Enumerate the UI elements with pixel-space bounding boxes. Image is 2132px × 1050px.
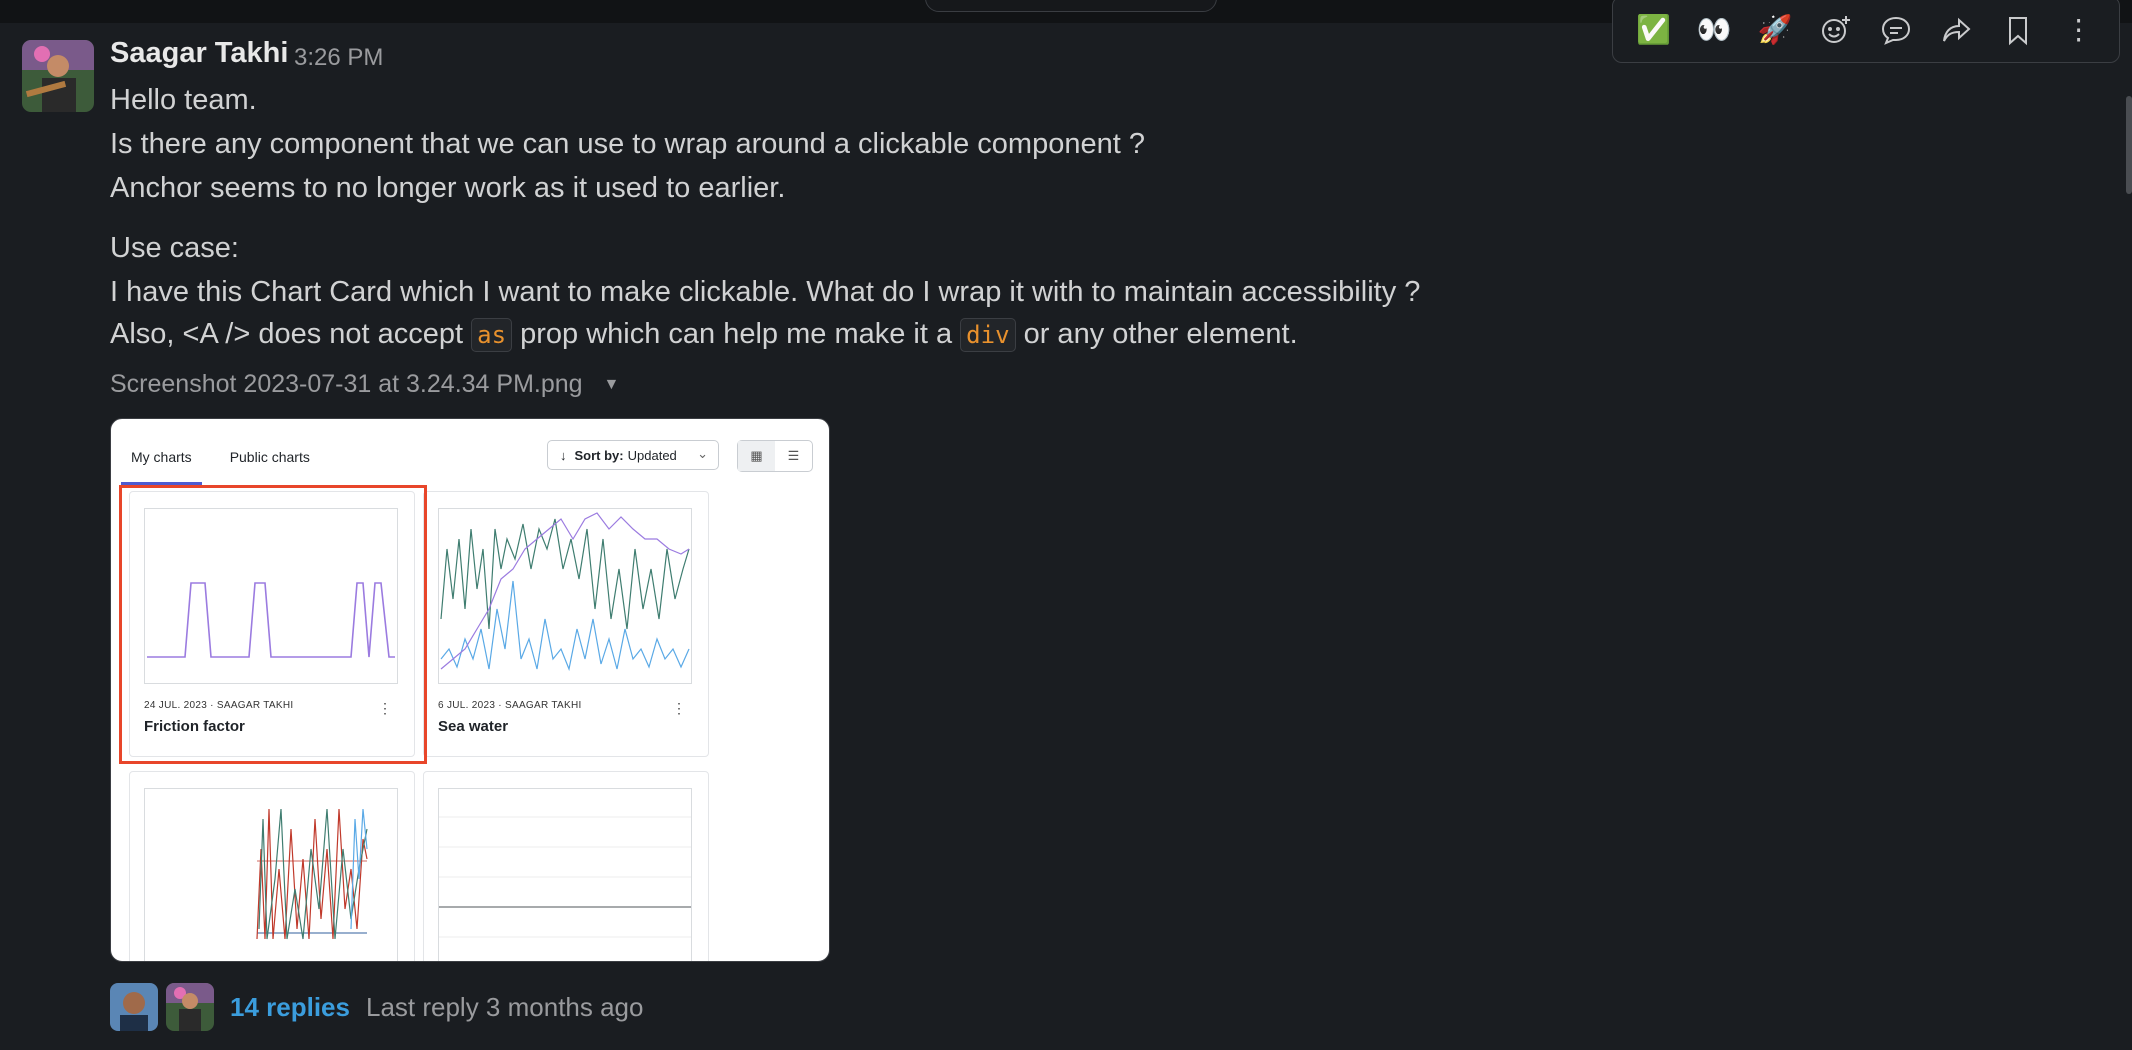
add-reaction-icon[interactable] bbox=[1814, 8, 1858, 52]
highlight-box bbox=[119, 485, 427, 764]
avatar[interactable] bbox=[166, 983, 214, 1031]
message-text: prop which can help me make it a bbox=[520, 318, 953, 350]
more-actions-icon[interactable]: ⋮ bbox=[2057, 8, 2101, 52]
message-line: I have this Chart Card which I want to m… bbox=[110, 276, 1421, 308]
search-pill[interactable] bbox=[925, 0, 1217, 12]
sort-label: Sort by: bbox=[574, 447, 624, 463]
bookmark-icon[interactable] bbox=[1996, 8, 2040, 52]
card-title: Sea water bbox=[438, 718, 509, 735]
sort-button: ↓ Sort by: Updated ⌄ bbox=[547, 440, 719, 470]
rocket-reaction-icon[interactable]: 🚀 bbox=[1753, 8, 1797, 52]
chevron-down-icon: ⌄ bbox=[697, 446, 708, 461]
message-line: Also, <A /> does not accept as prop whic… bbox=[110, 318, 1298, 352]
message-text: Also, <A /> does not accept bbox=[110, 318, 464, 350]
card-meta: 6 JUL. 2023 · SAAGAR TAKHI bbox=[438, 700, 582, 711]
chart-thumbnail bbox=[144, 788, 398, 961]
message-text: or any other element. bbox=[1023, 318, 1298, 350]
eyes-reaction-icon[interactable]: 👀 bbox=[1692, 8, 1736, 52]
avatar[interactable] bbox=[110, 983, 158, 1031]
card-menu-icon: ⋮ bbox=[672, 700, 686, 716]
sort-value: Updated bbox=[627, 447, 677, 463]
chart-card: 6 JUL. 2023 · SAAGAR TAKHI Sea water ⋮ bbox=[423, 491, 709, 757]
attachment-filename[interactable]: Screenshot 2023-07-31 at 3.24.34 PM.png bbox=[110, 370, 583, 398]
inline-code: as bbox=[471, 318, 513, 352]
attachment-image[interactable]: My charts Public charts ↓ Sort by: Updat… bbox=[110, 418, 830, 962]
last-reply-text: Last reply 3 months ago bbox=[365, 991, 644, 1022]
reply-in-thread-icon[interactable] bbox=[1874, 8, 1918, 52]
tab-my-charts: My charts bbox=[121, 449, 202, 485]
attachment-header[interactable]: Screenshot 2023-07-31 at 3.24.34 PM.png … bbox=[110, 370, 619, 399]
message-timestamp[interactable]: 3:26 PM bbox=[294, 44, 383, 72]
inline-code: div bbox=[960, 318, 1016, 352]
caret-down-icon[interactable]: ▼ bbox=[604, 376, 620, 394]
check-reaction-icon[interactable]: ✅ bbox=[1631, 8, 1675, 52]
scrollbar-thumb[interactable] bbox=[2126, 96, 2132, 194]
forward-icon[interactable] bbox=[1935, 8, 1979, 52]
chart-thumbnail bbox=[438, 788, 692, 961]
reply-count-link[interactable]: 14 replies bbox=[230, 992, 350, 1023]
message-line: Is there any component that we can use t… bbox=[110, 128, 1145, 160]
tab-public-charts: Public charts bbox=[229, 449, 310, 465]
grid-view-icon: ▦ bbox=[738, 441, 775, 471]
message-line: Anchor seems to no longer work as it use… bbox=[110, 172, 786, 204]
chart-card bbox=[423, 771, 709, 961]
arrow-down-icon: ↓ bbox=[560, 447, 567, 463]
message-actions-toolbar: ✅ 👀 🚀 ⋮ bbox=[1612, 0, 2120, 63]
chart-tabs: My charts Public charts bbox=[121, 449, 310, 485]
message-line: Hello team. bbox=[110, 84, 257, 116]
thread-replies[interactable]: 14 replies Last reply 3 months ago bbox=[110, 983, 643, 1031]
sender-name[interactable]: Saagar Takhi bbox=[110, 37, 288, 70]
list-view-icon: ☰ bbox=[787, 448, 800, 463]
avatar[interactable] bbox=[22, 40, 94, 112]
message-line: Use case: bbox=[110, 232, 239, 264]
chart-thumbnail bbox=[438, 508, 692, 684]
chart-card bbox=[129, 771, 415, 961]
view-toggle: ▦ ☰ bbox=[737, 440, 813, 472]
